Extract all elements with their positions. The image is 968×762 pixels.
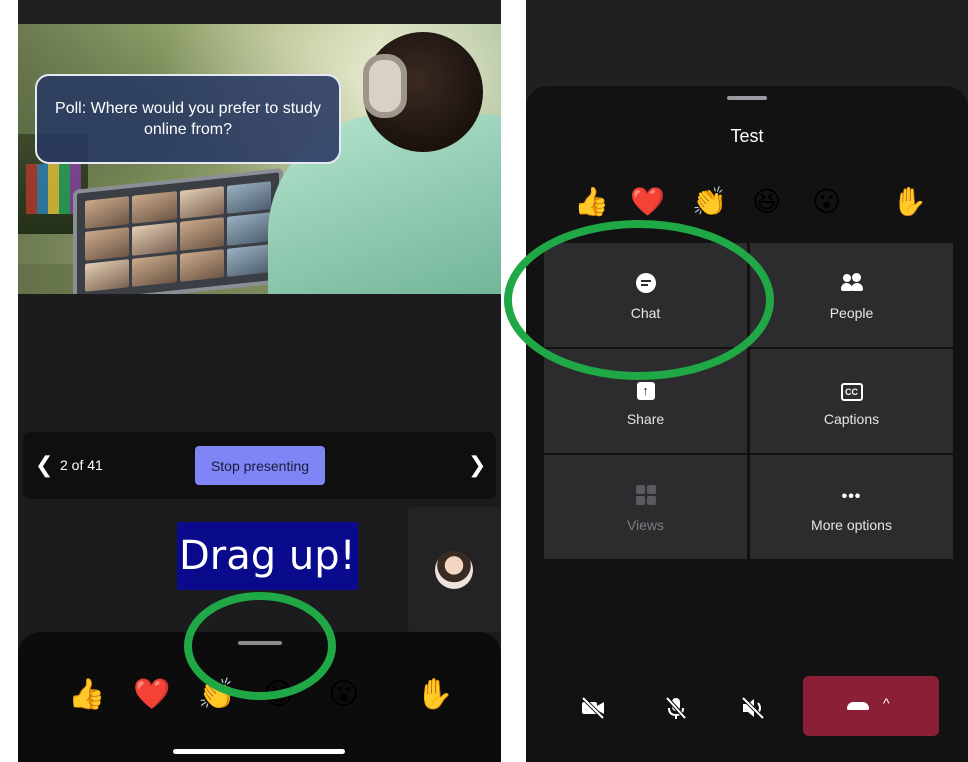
chat-icon bbox=[544, 273, 747, 297]
drag-up-hint: Drag up! bbox=[177, 522, 358, 590]
views-label: Views bbox=[626, 517, 665, 533]
raise-hand-icon[interactable]: ✋ bbox=[892, 186, 927, 218]
slide-video-gallery bbox=[85, 181, 271, 292]
more-options-button[interactable]: ••• More options bbox=[750, 455, 953, 559]
clap-icon[interactable]: 👏 bbox=[692, 186, 727, 218]
laugh-icon[interactable]: 😆 bbox=[752, 186, 781, 218]
shared-slide: Poll: Where would you prefer to study on… bbox=[18, 24, 501, 294]
reactions-drawer[interactable]: 👍 ❤️ 👏 😆 😮 ✋ bbox=[18, 632, 501, 762]
people-icon bbox=[750, 273, 953, 295]
poll-question: Poll: Where would you prefer to study on… bbox=[55, 100, 321, 138]
laugh-icon[interactable]: 😆 bbox=[263, 677, 294, 713]
heart-icon[interactable]: ❤️ bbox=[630, 186, 665, 218]
poll-callout: Poll: Where would you prefer to study on… bbox=[35, 74, 341, 164]
presenter-screen: Poll: Where would you prefer to study on… bbox=[18, 0, 501, 762]
thumbs-up-icon[interactable]: 👍 bbox=[68, 677, 105, 713]
slide-laptop bbox=[73, 167, 283, 294]
meeting-title: Test bbox=[730, 126, 764, 146]
chevron-left-icon[interactable]: ❮ bbox=[35, 454, 59, 478]
participant-tile[interactable] bbox=[408, 507, 501, 632]
surprised-icon[interactable]: 😮 bbox=[328, 677, 359, 713]
mic-off-icon[interactable] bbox=[661, 693, 691, 723]
people-label: People bbox=[829, 305, 874, 321]
camera-off-icon[interactable] bbox=[578, 693, 608, 723]
leave-call-button[interactable]: ^ bbox=[803, 676, 939, 736]
sheet-handle[interactable] bbox=[727, 96, 767, 100]
views-button: Views bbox=[544, 455, 747, 559]
home-indicator bbox=[173, 749, 345, 754]
slide-headphones bbox=[363, 54, 407, 118]
clap-icon[interactable]: 👏 bbox=[198, 677, 235, 713]
chevron-right-icon[interactable]: ❯ bbox=[468, 454, 492, 478]
drawer-handle[interactable] bbox=[238, 641, 282, 645]
surprised-icon[interactable]: 😮 bbox=[812, 186, 841, 218]
raise-hand-icon[interactable]: ✋ bbox=[416, 677, 453, 713]
captions-icon: CC bbox=[750, 379, 953, 401]
presentation-controls: ❮ 2 of 41 Stop presenting ❯ bbox=[23, 432, 496, 499]
people-button[interactable]: People bbox=[750, 243, 953, 347]
speaker-off-icon[interactable] bbox=[738, 693, 768, 723]
call-controls: ^ bbox=[526, 676, 968, 736]
chat-label: Chat bbox=[630, 305, 661, 321]
more-options-icon: ••• bbox=[841, 488, 862, 505]
heart-icon[interactable]: ❤️ bbox=[133, 677, 170, 713]
captions-button[interactable]: CC Captions bbox=[750, 349, 953, 453]
slide-counter: 2 of 41 bbox=[60, 457, 103, 473]
captions-label: Captions bbox=[823, 411, 880, 427]
thumbs-up-icon[interactable]: 👍 bbox=[574, 186, 609, 218]
hang-up-icon bbox=[847, 702, 869, 710]
chevron-up-icon[interactable]: ^ bbox=[883, 695, 890, 711]
chat-button[interactable]: Chat bbox=[544, 243, 747, 347]
status-bar bbox=[18, 0, 501, 24]
stop-presenting-button[interactable]: Stop presenting bbox=[195, 446, 325, 485]
meeting-menu-screen: Test 👍 ❤️ 👏 😆 😮 ✋ Chat People ↑ Share CC… bbox=[526, 0, 968, 762]
share-icon: ↑ bbox=[544, 379, 747, 400]
more-menu-sheet: Test 👍 ❤️ 👏 😆 😮 ✋ Chat People ↑ Share CC… bbox=[526, 86, 968, 762]
meeting-options-grid: Chat People ↑ Share CC Captions Views ••… bbox=[544, 243, 953, 559]
views-icon bbox=[544, 485, 747, 509]
avatar bbox=[435, 551, 473, 589]
share-button[interactable]: ↑ Share bbox=[544, 349, 747, 453]
more-options-label: More options bbox=[811, 517, 892, 533]
share-label: Share bbox=[626, 411, 665, 427]
